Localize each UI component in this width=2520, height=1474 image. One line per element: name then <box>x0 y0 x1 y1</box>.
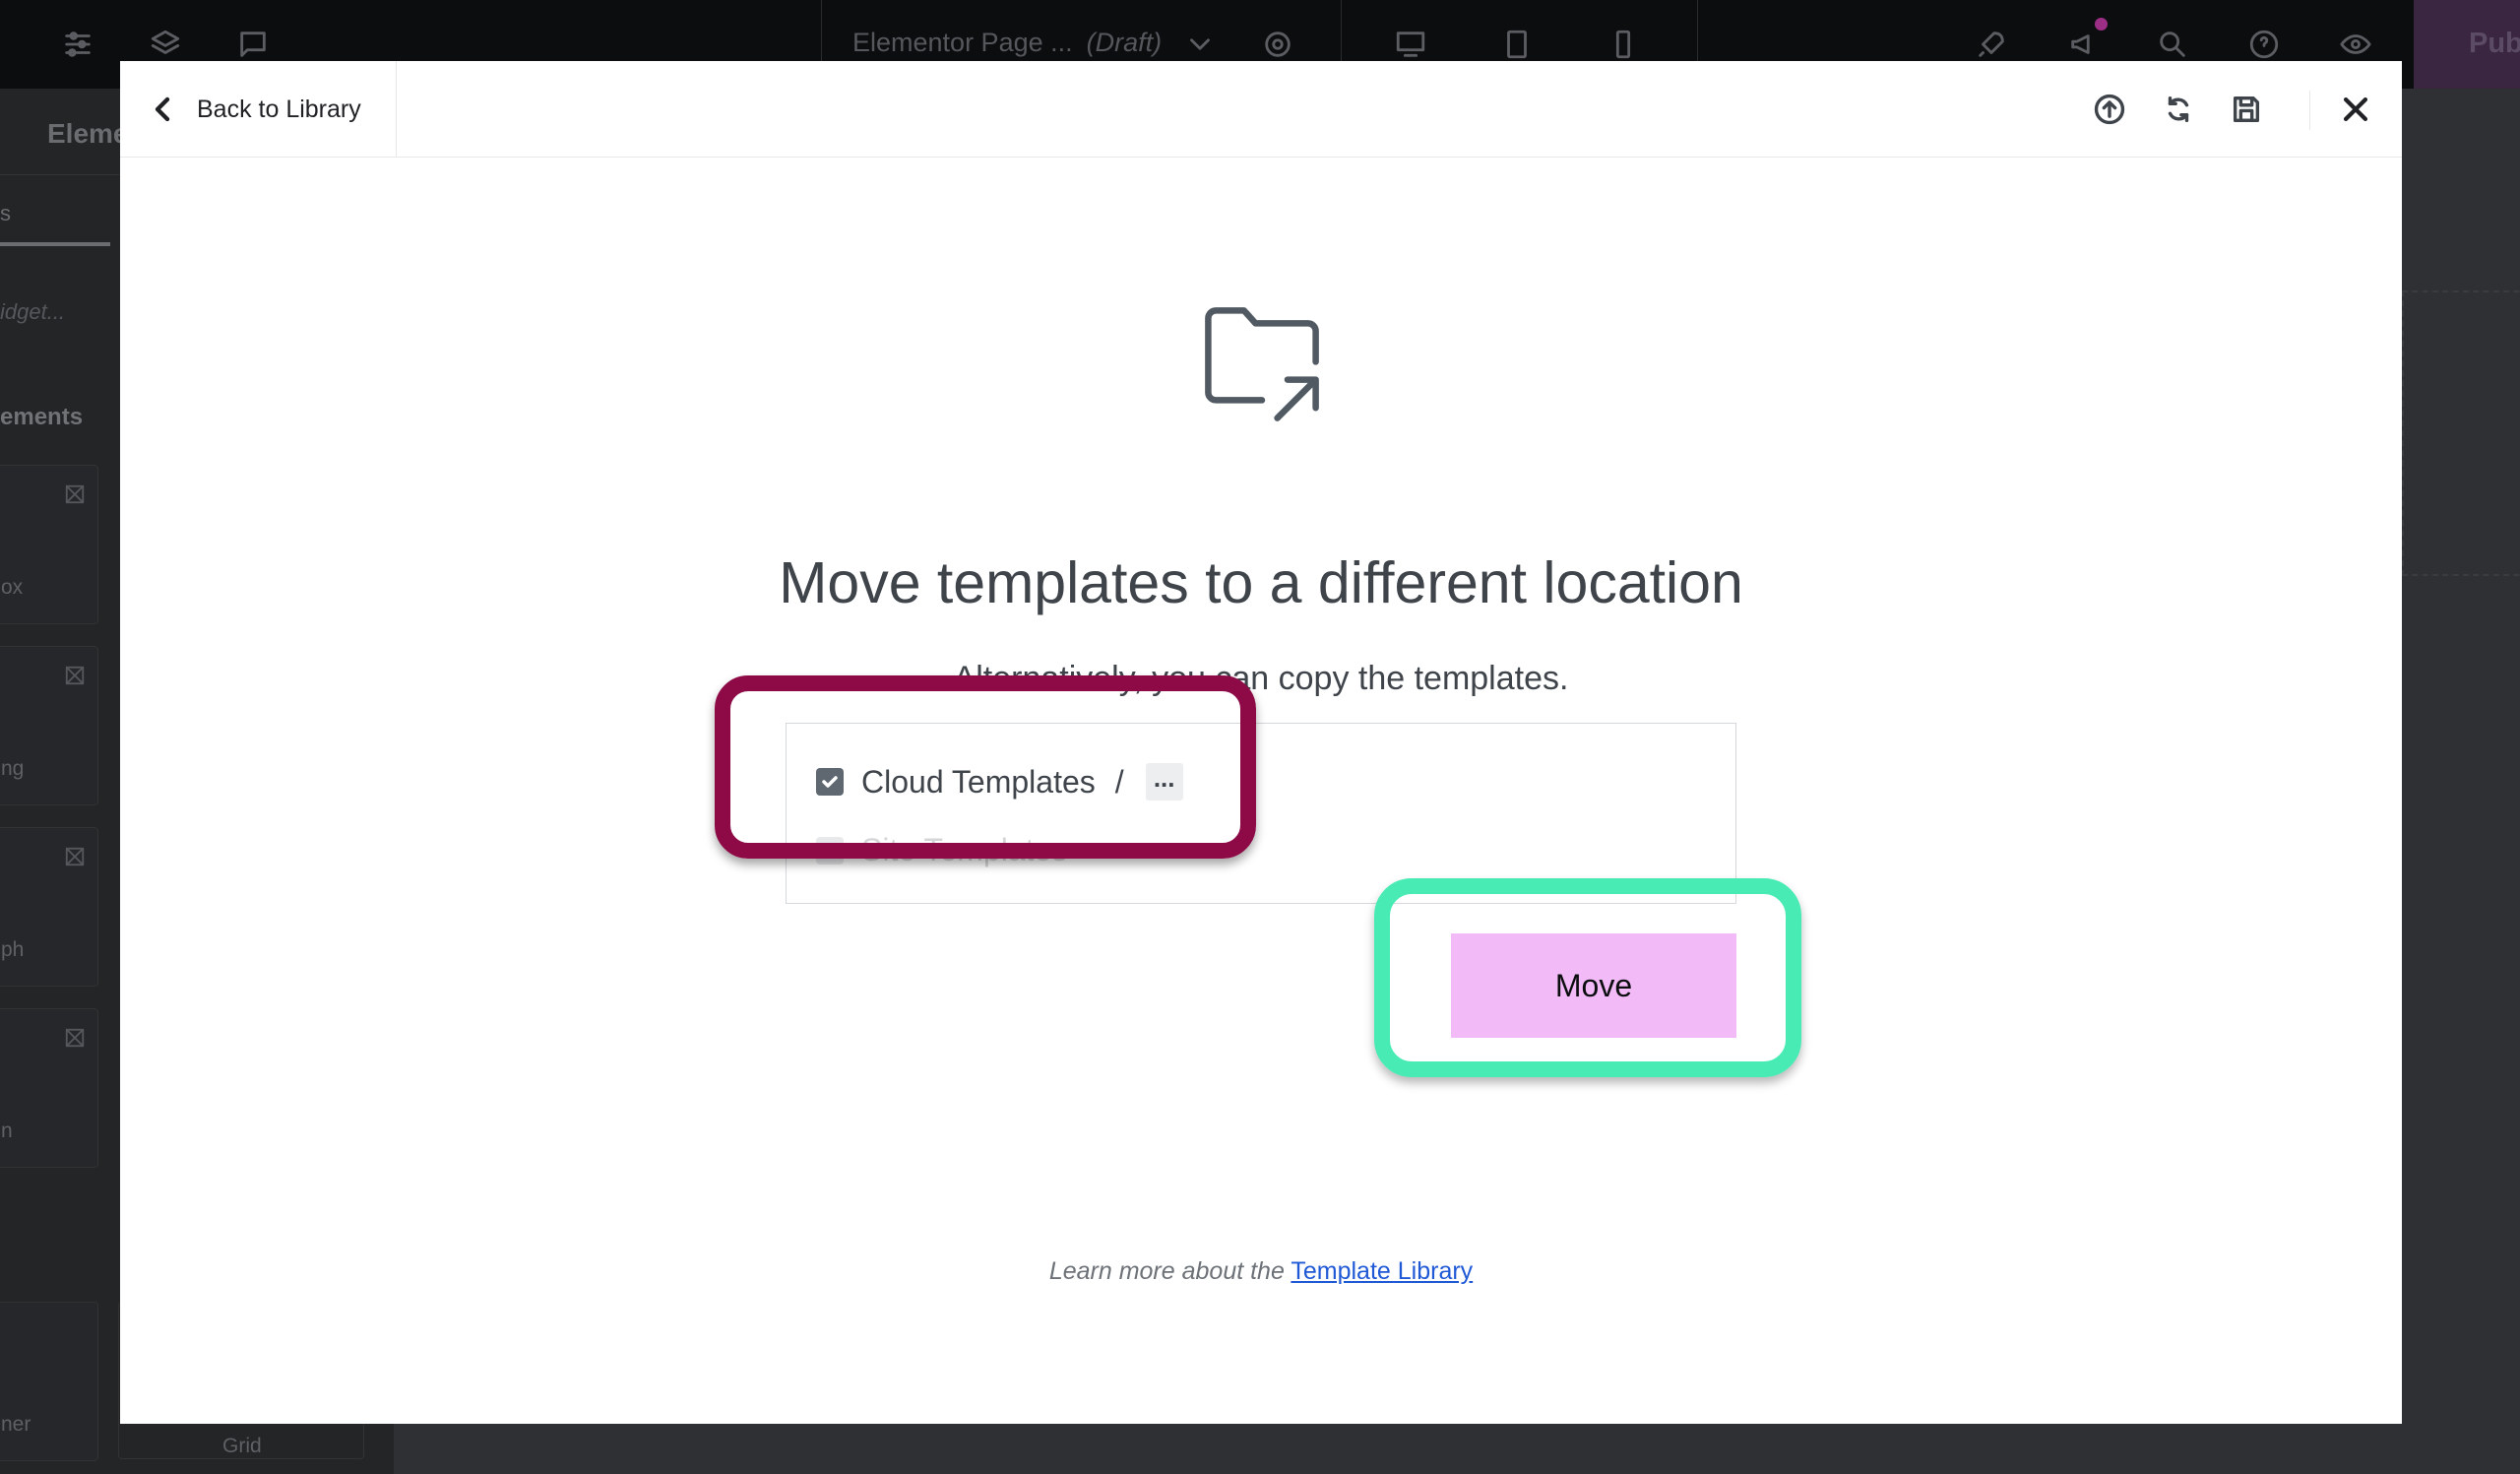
save-icon[interactable] <box>2224 87 2269 132</box>
publish-button[interactable]: Pub <box>2414 0 2520 89</box>
panel-category-title: ements <box>0 404 84 430</box>
move-button-highlight-annotation <box>1374 878 1801 1077</box>
widget-label: Grid <box>222 1435 262 1457</box>
modal-subtitle: Alternatively, you can copy the template… <box>953 660 1569 697</box>
back-to-library-button[interactable]: Back to Library <box>120 61 397 158</box>
widget-label: n <box>1 1120 13 1142</box>
folder-move-icon <box>1198 300 1326 428</box>
import-icon[interactable] <box>2087 87 2132 132</box>
settings-sliders-icon[interactable] <box>55 22 100 67</box>
page-title[interactable]: Elementor Page ... (Draft) <box>852 28 1162 58</box>
template-library-link[interactable]: Template Library <box>1291 1257 1473 1285</box>
widget-card[interactable]: n <box>0 1008 98 1168</box>
panel-title: Eleme <box>47 118 129 149</box>
widget-card[interactable]: ner <box>0 1302 98 1461</box>
footer-note: Learn more about the Template Library <box>120 1257 2402 1286</box>
widget-label: ox <box>1 576 24 599</box>
close-icon[interactable] <box>2333 87 2378 132</box>
pro-badge-icon <box>65 847 85 866</box>
move-templates-modal: Back to Library Move templates to a diff… <box>120 61 2402 1424</box>
notification-dot <box>2095 18 2108 31</box>
widget-label: ng <box>1 757 25 780</box>
footer-text: Learn more about the <box>1048 1257 1285 1285</box>
pro-badge-icon <box>65 1028 85 1048</box>
back-to-library-label: Back to Library <box>197 95 361 123</box>
sync-icon[interactable] <box>2156 87 2201 132</box>
widget-card[interactable]: ph <box>0 827 98 987</box>
active-tab-indicator <box>0 242 110 246</box>
widget-card[interactable]: ng <box>0 646 98 805</box>
panel-tab[interactable]: s <box>0 201 11 226</box>
pro-badge-icon <box>65 666 85 685</box>
modal-title: Move templates to a different location <box>779 550 1743 615</box>
canvas-drop-area <box>2402 290 2520 576</box>
pro-badge-icon <box>65 484 85 504</box>
location-highlight-annotation <box>715 675 1256 859</box>
modal-header: Back to Library <box>120 61 2402 158</box>
widget-card[interactable]: ox <box>0 465 98 624</box>
widget-search-input[interactable]: idget... <box>0 299 65 325</box>
widget-label: ner <box>1 1413 32 1436</box>
header-divider <box>2309 91 2310 130</box>
widget-label: ph <box>1 938 25 961</box>
chevron-left-icon <box>155 96 170 122</box>
